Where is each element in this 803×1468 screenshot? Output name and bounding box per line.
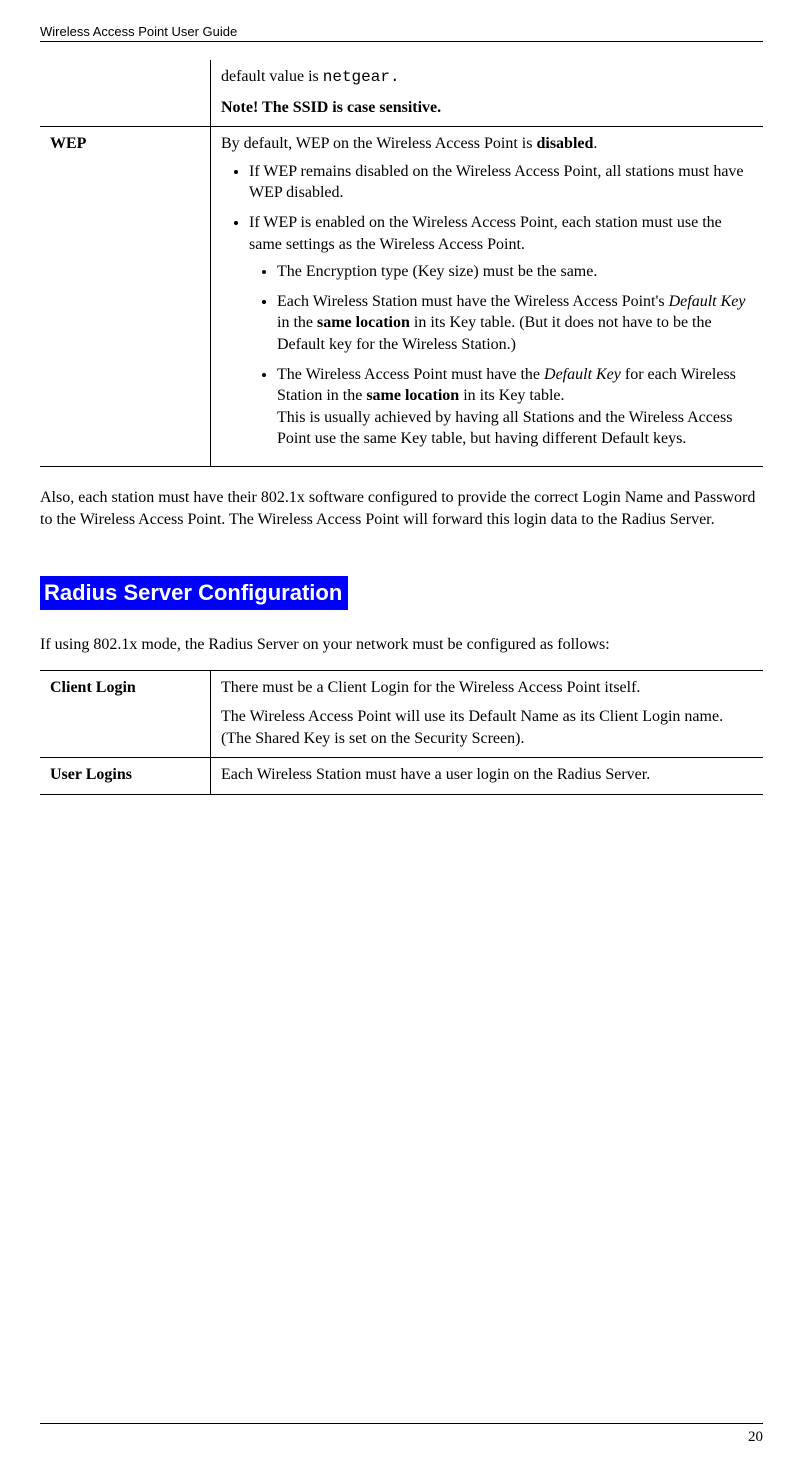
client-login-line1: There must be a Client Login for the Wir… xyxy=(221,677,753,699)
ssid-default-prefix: default value is xyxy=(221,68,323,85)
radius-table: Client Login There must be a Client Logi… xyxy=(40,670,763,795)
wep-s3-pre: The Wireless Access Point must have the xyxy=(277,366,544,383)
footer-rule xyxy=(40,1423,763,1424)
wep-s3-suf: in its Key table. xyxy=(459,387,564,404)
wep-s3-strong: same location xyxy=(366,387,459,404)
paragraph-8021x: Also, each station must have their 802.1… xyxy=(40,487,763,530)
ssid-value-cell: default value is netgear. Note! The SSID… xyxy=(211,60,764,127)
wep-intro-pre: By default, WEP on the Wireless Access P… xyxy=(221,135,536,152)
wep-term-cell: WEP xyxy=(40,127,211,467)
wep-s2-strong: same location xyxy=(317,314,410,331)
ssid-note: Note! The SSID is case sensitive. xyxy=(221,97,753,119)
section-heading-radius: Radius Server Configuration xyxy=(40,576,348,610)
wep-b2-text: If WEP is enabled on the Wireless Access… xyxy=(249,214,722,253)
client-login-term: Client Login xyxy=(40,670,211,758)
wep-s2: Each Wireless Station must have the Wire… xyxy=(277,291,753,356)
document-header: Wireless Access Point User Guide xyxy=(40,24,763,42)
paragraph-radius-intro: If using 802.1x mode, the Radius Server … xyxy=(40,634,763,656)
ssid-term-cell xyxy=(40,60,211,127)
ssid-default-code: netgear. xyxy=(323,68,400,86)
page: Wireless Access Point User Guide default… xyxy=(0,0,803,1468)
wep-s3-line2: This is usually achieved by having all S… xyxy=(277,409,732,448)
client-login-desc: There must be a Client Login for the Wir… xyxy=(211,670,764,758)
user-logins-term: User Logins xyxy=(40,758,211,795)
user-logins-desc: Each Wireless Station must have a user l… xyxy=(211,758,764,795)
wep-s1: The Encryption type (Key size) must be t… xyxy=(277,261,753,283)
wep-s2-mid: in the xyxy=(277,314,317,331)
wep-s3-em: Default Key xyxy=(544,366,621,383)
client-login-line2: The Wireless Access Point will use its D… xyxy=(221,706,753,749)
wep-s2-em: Default Key xyxy=(669,293,746,310)
page-number: 20 xyxy=(748,1429,763,1446)
wep-b2: If WEP is enabled on the Wireless Access… xyxy=(249,212,753,450)
wep-b1: If WEP remains disabled on the Wireless … xyxy=(249,161,753,204)
settings-table: default value is netgear. Note! The SSID… xyxy=(40,60,763,467)
wep-value-cell: By default, WEP on the Wireless Access P… xyxy=(211,127,764,467)
ssid-default-line: default value is netgear. xyxy=(221,66,753,89)
wep-intro: By default, WEP on the Wireless Access P… xyxy=(221,133,753,155)
wep-s2-pre: Each Wireless Station must have the Wire… xyxy=(277,293,669,310)
wep-intro-strong: disabled xyxy=(536,135,593,152)
wep-intro-suf: . xyxy=(593,135,597,152)
wep-sub-bullets: The Encryption type (Key size) must be t… xyxy=(249,261,753,450)
wep-s3: The Wireless Access Point must have the … xyxy=(277,364,753,450)
wep-bullets: If WEP remains disabled on the Wireless … xyxy=(221,161,753,450)
